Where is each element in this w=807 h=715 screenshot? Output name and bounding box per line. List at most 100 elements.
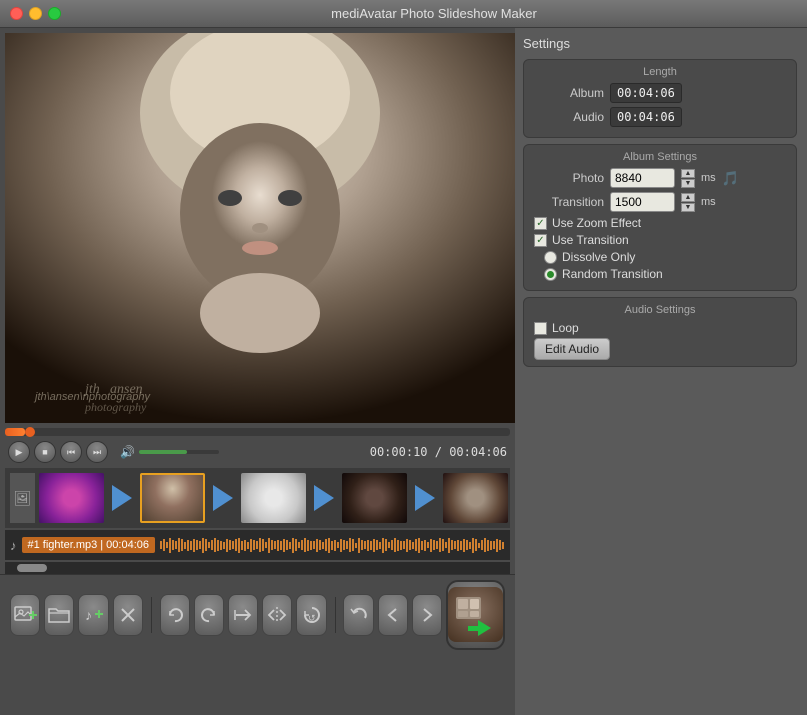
length-section-title: Length — [534, 66, 786, 78]
photo-unit: ms — [701, 172, 716, 184]
add-photo-button[interactable] — [10, 594, 40, 636]
audio-track-icon: ♪ — [10, 538, 17, 553]
prev-nav-icon — [382, 604, 404, 626]
export-button[interactable] — [446, 580, 505, 650]
refresh-icon: ↺ — [301, 604, 323, 626]
volume-area: 🔊 — [120, 445, 219, 459]
undo-icon — [347, 604, 369, 626]
length-section: Length Album 00:04:06 Audio 00:04:06 — [523, 59, 797, 138]
random-radio[interactable] — [544, 268, 557, 281]
flip-button[interactable] — [262, 594, 292, 636]
transition-arrow-2[interactable] — [209, 480, 237, 516]
prev-button[interactable]: ⏮ — [60, 441, 82, 463]
refresh-button[interactable]: ↺ — [296, 594, 326, 636]
photo-svg: jth ansen photography — [5, 33, 515, 423]
sync-music-icon[interactable]: 🎵 — [722, 170, 739, 187]
time-display: 00:00:10 / 00:04:06 — [370, 445, 507, 459]
next-nav-button[interactable] — [412, 594, 442, 636]
minimize-button[interactable] — [29, 7, 42, 20]
photo-spinner[interactable]: ▲ ▼ — [681, 169, 695, 188]
progress-handle[interactable] — [25, 427, 35, 437]
transition-spin-down[interactable]: ▼ — [681, 203, 695, 212]
play-button[interactable]: ▶ — [8, 441, 30, 463]
rotate-cw-button[interactable] — [194, 594, 224, 636]
dissolve-radio[interactable] — [544, 251, 557, 264]
close-button[interactable] — [10, 7, 23, 20]
thumbnail-5[interactable] — [443, 473, 508, 523]
svg-text:ansen: ansen — [110, 382, 143, 397]
audio-settings-section: Audio Settings Loop Edit Audio — [523, 297, 797, 367]
transition-row: Transition 1500 ▲ ▼ ms — [534, 192, 786, 212]
transition-arrow-4[interactable] — [411, 480, 439, 516]
volume-bar[interactable] — [139, 450, 219, 454]
thumbnail-3[interactable] — [241, 473, 306, 523]
next-button[interactable]: ⏭ — [86, 441, 108, 463]
scrollbar[interactable] — [5, 562, 510, 574]
transition-spinner[interactable]: ▲ ▼ — [681, 193, 695, 212]
use-transition-checkbox[interactable]: ✓ — [534, 234, 547, 247]
preview-image: jth ansen photography — [5, 33, 515, 423]
export-svg — [453, 592, 498, 637]
rotate-cw-icon — [198, 604, 220, 626]
progress-bar[interactable] — [5, 428, 510, 436]
rotate-ccw-button[interactable] — [160, 594, 190, 636]
photo-spin-down[interactable]: ▼ — [681, 179, 695, 188]
thumbnail-2[interactable] — [140, 473, 205, 523]
maximize-button[interactable] — [48, 7, 61, 20]
undo-button[interactable] — [343, 594, 373, 636]
photo-spin-up[interactable]: ▲ — [681, 169, 695, 178]
audio-track: ♪ #1 fighter.mp3 | 00:04:06 — [5, 530, 510, 560]
dissolve-label: Dissolve Only — [562, 250, 635, 264]
app-title: mediAvatar Photo Slideshow Maker — [71, 6, 797, 21]
preview-area: jth ansen photography — [5, 33, 515, 423]
album-value: 00:04:06 — [610, 83, 682, 103]
transition-arrow-1[interactable] — [108, 480, 136, 516]
use-zoom-label: Use Zoom Effect — [552, 216, 641, 230]
audio-label: Audio — [534, 110, 604, 124]
use-transition-label: Use Transition — [552, 233, 629, 247]
use-zoom-checkbox[interactable]: ✓ — [534, 217, 547, 230]
random-transition-row: Random Transition — [534, 267, 786, 281]
delete-icon — [117, 604, 139, 626]
prev-nav-button[interactable] — [378, 594, 408, 636]
album-label: Album — [534, 86, 604, 100]
transition-input[interactable]: 1500 — [610, 192, 675, 212]
album-settings-title: Album Settings — [534, 151, 786, 163]
waveform — [160, 534, 505, 556]
stop-button[interactable]: ■ — [34, 441, 56, 463]
flip-icon — [266, 604, 288, 626]
loop-label: Loop — [552, 321, 579, 335]
photo-input[interactable]: 8840 — [610, 168, 675, 188]
title-bar: mediAvatar Photo Slideshow Maker — [0, 0, 807, 28]
edit-audio-button[interactable]: Edit Audio — [534, 338, 610, 360]
open-folder-icon — [47, 605, 71, 625]
random-label: Random Transition — [562, 267, 663, 281]
separator-1 — [151, 597, 152, 633]
audio-label: #1 fighter.mp3 | 00:04:06 — [22, 537, 156, 553]
next-nav-icon — [416, 604, 438, 626]
thumbnail-4[interactable] — [342, 473, 407, 523]
album-settings-section: Album Settings Photo 8840 ▲ ▼ ms 🎵 Trans… — [523, 144, 797, 291]
svg-text:↺: ↺ — [308, 613, 316, 623]
use-transition-row: ✓ Use Transition — [534, 233, 786, 247]
thumbnail-1[interactable] — [39, 473, 104, 523]
loop-checkbox[interactable] — [534, 322, 547, 335]
delete-button[interactable] — [113, 594, 143, 636]
transition-arrow-3[interactable] — [310, 480, 338, 516]
move-right-button[interactable] — [228, 594, 258, 636]
transition-label: Transition — [534, 195, 604, 209]
left-panel: jth ansen photography ▶ ■ ⏮ ⏭ 🔊 — [0, 28, 515, 715]
volume-fill — [139, 450, 187, 454]
add-music-button[interactable]: ♪ — [78, 594, 108, 636]
photo-display: jth ansen photography — [5, 33, 515, 423]
svg-text:♪: ♪ — [85, 607, 92, 623]
scrollbar-thumb[interactable] — [17, 564, 47, 572]
main-container: jth ansen photography ▶ ■ ⏮ ⏭ 🔊 — [0, 28, 807, 715]
photo-duration-row: Photo 8840 ▲ ▼ ms 🎵 — [534, 168, 786, 188]
open-folder-button[interactable] — [44, 594, 74, 636]
svg-text:photography: photography — [84, 400, 147, 414]
transition-spin-up[interactable]: ▲ — [681, 193, 695, 202]
playback-controls: ▶ ■ ⏮ ⏭ 🔊 00:00:10 / 00:04:06 — [0, 436, 515, 468]
separator-2 — [335, 597, 336, 633]
settings-title: Settings — [523, 36, 797, 51]
